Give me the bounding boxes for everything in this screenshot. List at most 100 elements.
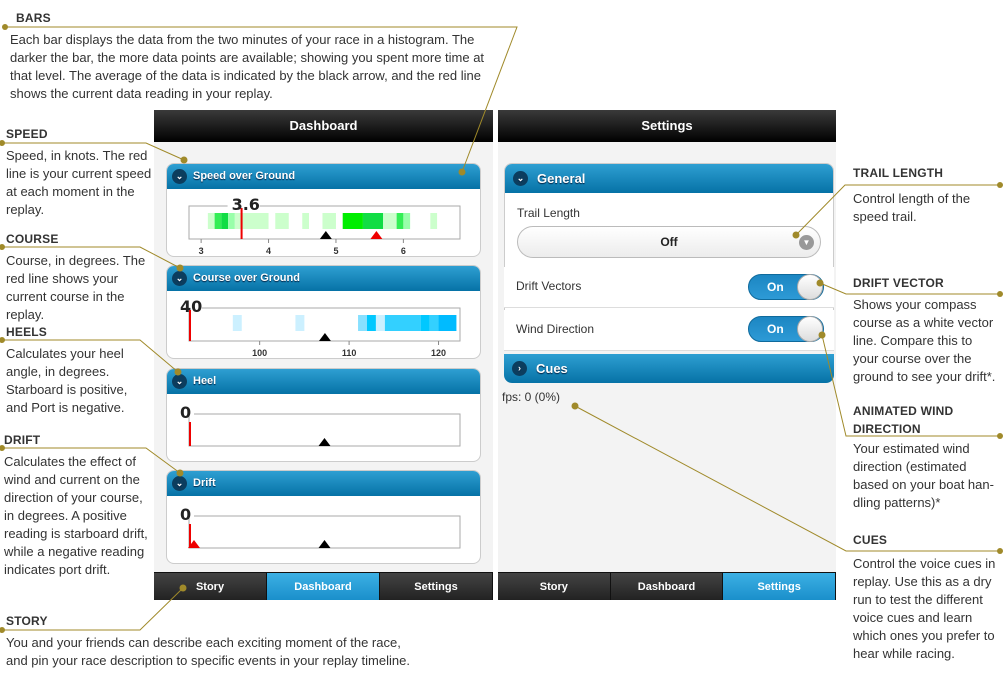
annotation-title: CUES bbox=[853, 533, 888, 547]
annotation-story: STORY You and your friends can describe e… bbox=[6, 612, 426, 670]
annotation-trail-length: TRAIL LENGTH Control length of the speed … bbox=[853, 164, 1001, 226]
trail-length-label: Trail Length bbox=[517, 206, 580, 220]
tab-dashboard[interactable]: Dashboard bbox=[610, 573, 724, 600]
annotation-text: Course, in degrees. The red line shows y… bbox=[6, 253, 146, 322]
histogram-bar bbox=[420, 315, 430, 331]
histogram-bar bbox=[214, 213, 222, 229]
annotation-title: STORY bbox=[6, 614, 48, 628]
annotation-heels: HEELS Calculates your heel angle, in degr… bbox=[6, 323, 146, 417]
panel-header[interactable]: ⌄ Drift bbox=[167, 471, 480, 496]
settings-title: Settings bbox=[498, 110, 836, 142]
annotation-text: Control length of the speed trail. bbox=[853, 191, 971, 224]
histogram-bar bbox=[207, 213, 215, 229]
panel-header[interactable]: ⌄ Heel bbox=[167, 369, 480, 394]
tick-label: 6 bbox=[401, 246, 406, 256]
wind-direction-toggle[interactable]: On bbox=[748, 316, 824, 342]
histogram-bar bbox=[366, 315, 376, 331]
histogram-bar bbox=[429, 315, 439, 331]
panel-title: Heel bbox=[193, 375, 217, 387]
dashboard-screen: Dashboard ⌄ Speed over Ground 3 4 5 6 3.6 ⌄ Cour… bbox=[154, 110, 493, 600]
histogram-bar bbox=[275, 213, 289, 229]
annotation-text: Shows your compass course as a white vec… bbox=[853, 297, 996, 384]
chevron-down-icon: ⌄ bbox=[172, 374, 187, 389]
tick-label: 3 bbox=[199, 246, 204, 256]
tab-dashboard[interactable]: Dashboard bbox=[267, 573, 380, 600]
histogram-bar bbox=[228, 213, 235, 229]
annotation-title: COURSE bbox=[6, 232, 59, 246]
annotation-wind-direction: ANIMATED WIND DIRECTION Your estimated wi… bbox=[853, 402, 1001, 512]
tick-label: 100 bbox=[252, 348, 267, 358]
chevron-down-icon: ⌄ bbox=[172, 271, 187, 286]
current-value: 0 bbox=[180, 403, 191, 422]
cues-label: Cues bbox=[536, 361, 568, 376]
panel-title: Drift bbox=[193, 477, 216, 489]
annotation-speed: SPEED Speed, in knots. The red line is yo… bbox=[6, 125, 152, 219]
panel-header[interactable]: ⌄ Speed over Ground bbox=[167, 164, 480, 189]
tick-label: 4 bbox=[266, 246, 271, 256]
tab-settings[interactable]: Settings bbox=[723, 573, 837, 600]
tab-settings[interactable]: Settings bbox=[380, 573, 493, 600]
current-value: 40 bbox=[180, 297, 202, 316]
histogram-bar bbox=[396, 213, 404, 229]
histogram-bar bbox=[358, 315, 367, 331]
chevron-down-icon: ⌄ bbox=[172, 476, 187, 491]
annotation-title: HEELS bbox=[6, 325, 48, 339]
histogram-bar bbox=[234, 213, 269, 229]
histogram-bar bbox=[232, 315, 242, 331]
annotation-bars: BARS Each bar displays the data from the … bbox=[10, 9, 490, 103]
tick-label: 120 bbox=[431, 348, 446, 358]
annotation-title: DRIFT bbox=[4, 433, 41, 447]
chevron-down-icon: ⌄ bbox=[513, 171, 528, 186]
leader-dot bbox=[0, 244, 5, 250]
annotation-drift-vector: DRIFT VECTOR Shows your compass course as… bbox=[853, 274, 1001, 386]
annotation-drift: DRIFT Calculates the effect of wind and c… bbox=[4, 431, 150, 579]
leader-dot bbox=[0, 627, 5, 633]
toggle-state: On bbox=[767, 280, 784, 294]
fps-readout: fps: 0 (0%) bbox=[502, 390, 561, 404]
general-label: General bbox=[537, 171, 586, 186]
panel-speed-over-ground: ⌄ Speed over Ground 3 4 5 6 3.6 bbox=[166, 163, 481, 257]
dashboard-tabbar: Story Dashboard Settings bbox=[154, 572, 493, 600]
drift-vectors-toggle[interactable]: On bbox=[748, 274, 824, 300]
toggle-knob bbox=[797, 316, 823, 342]
panel-title: Course over Ground bbox=[193, 272, 300, 284]
histogram-bar bbox=[383, 213, 397, 229]
general-header[interactable]: ⌄ General bbox=[505, 164, 833, 193]
annotation-title: ANIMATED WIND DIRECTION bbox=[853, 404, 954, 436]
panel-drift: ⌄ Drift 0 bbox=[166, 470, 481, 564]
wind-direction-row: Wind Direction On bbox=[504, 310, 834, 351]
histogram-bar bbox=[430, 213, 438, 229]
annotation-text: Control the voice cues in replay. Use th… bbox=[853, 556, 996, 661]
annotation-title: DRIFT VECTOR bbox=[853, 276, 944, 290]
chevron-right-icon: › bbox=[512, 361, 527, 376]
current-value: 3.6 bbox=[232, 195, 260, 214]
panel-header[interactable]: ⌄ Course over Ground bbox=[167, 266, 480, 291]
annotation-course: COURSE Course, in degrees. The red line s… bbox=[6, 230, 156, 324]
annotation-text: Calculates the effect of wind and curren… bbox=[4, 454, 148, 577]
histogram-bar bbox=[221, 213, 229, 229]
histogram-bar bbox=[302, 213, 309, 229]
trail-length-select[interactable]: Off ▼ bbox=[517, 226, 821, 258]
toggle-state: On bbox=[767, 322, 784, 336]
leader-dot bbox=[0, 337, 5, 343]
toggle-knob bbox=[797, 274, 823, 300]
panel-heel: ⌄ Heel 0 bbox=[166, 368, 481, 462]
annotation-text: You and your friends can describe each e… bbox=[6, 635, 410, 668]
histogram: 0 bbox=[178, 398, 461, 447]
annotation-text: Each bar displays the data from the two … bbox=[10, 32, 485, 101]
tick-label: 110 bbox=[342, 348, 357, 358]
current-value: 0 bbox=[180, 505, 191, 524]
cues-header[interactable]: › Cues bbox=[504, 354, 834, 383]
histogram: 3 4 5 6 3.6 bbox=[188, 190, 461, 256]
leader-dot bbox=[2, 24, 8, 30]
histogram-bar bbox=[322, 213, 336, 229]
tab-story[interactable]: Story bbox=[498, 573, 611, 600]
histogram-bar bbox=[375, 315, 385, 331]
histogram-bar bbox=[342, 213, 363, 229]
drift-vectors-row: Drift Vectors On bbox=[504, 267, 834, 308]
settings-tabbar: Story Dashboard Settings bbox=[498, 572, 837, 600]
tab-story[interactable]: Story bbox=[154, 573, 267, 600]
annotation-text: Your estimated wind direction (estimated… bbox=[853, 441, 994, 510]
histogram: 0 bbox=[178, 500, 461, 549]
chevron-down-icon: ▼ bbox=[799, 235, 814, 250]
